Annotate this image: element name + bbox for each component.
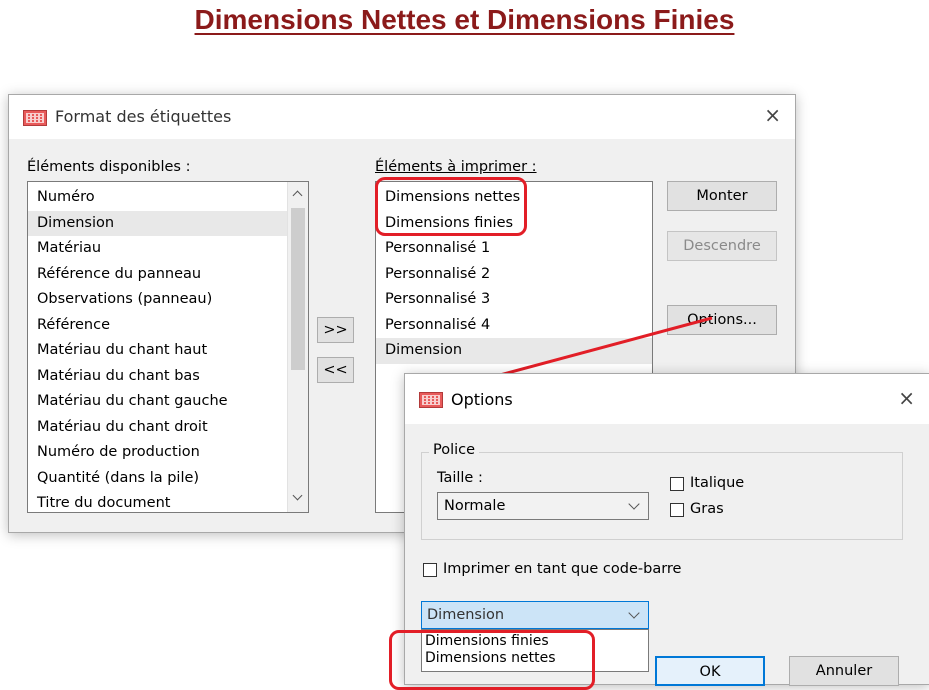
ok-button[interactable]: OK	[655, 656, 765, 686]
cancel-button[interactable]: Annuler	[789, 656, 899, 686]
chevron-down-icon	[628, 498, 640, 510]
options-title: Options	[451, 390, 513, 409]
italic-label: Italique	[690, 475, 745, 491]
size-value: Normale	[444, 498, 506, 514]
close-icon[interactable]: ×	[898, 386, 915, 410]
italic-checkbox[interactable]	[670, 477, 684, 491]
barcode-checkbox[interactable]	[423, 563, 437, 577]
highlight-dropdown-options	[389, 630, 595, 690]
chevron-down-icon	[628, 607, 640, 619]
size-select[interactable]: Normale	[437, 492, 649, 520]
options-titlebar: Options ×	[405, 374, 929, 424]
bold-label: Gras	[690, 501, 724, 517]
keyboard-icon	[419, 392, 443, 408]
bold-checkbox[interactable]	[670, 503, 684, 517]
size-label: Taille :	[437, 470, 483, 486]
font-group-label: Police	[429, 442, 480, 458]
barcode-label: Imprimer en tant que code-barre	[443, 561, 682, 577]
field-value: Dimension	[427, 607, 505, 623]
field-select[interactable]: Dimension	[421, 601, 649, 629]
